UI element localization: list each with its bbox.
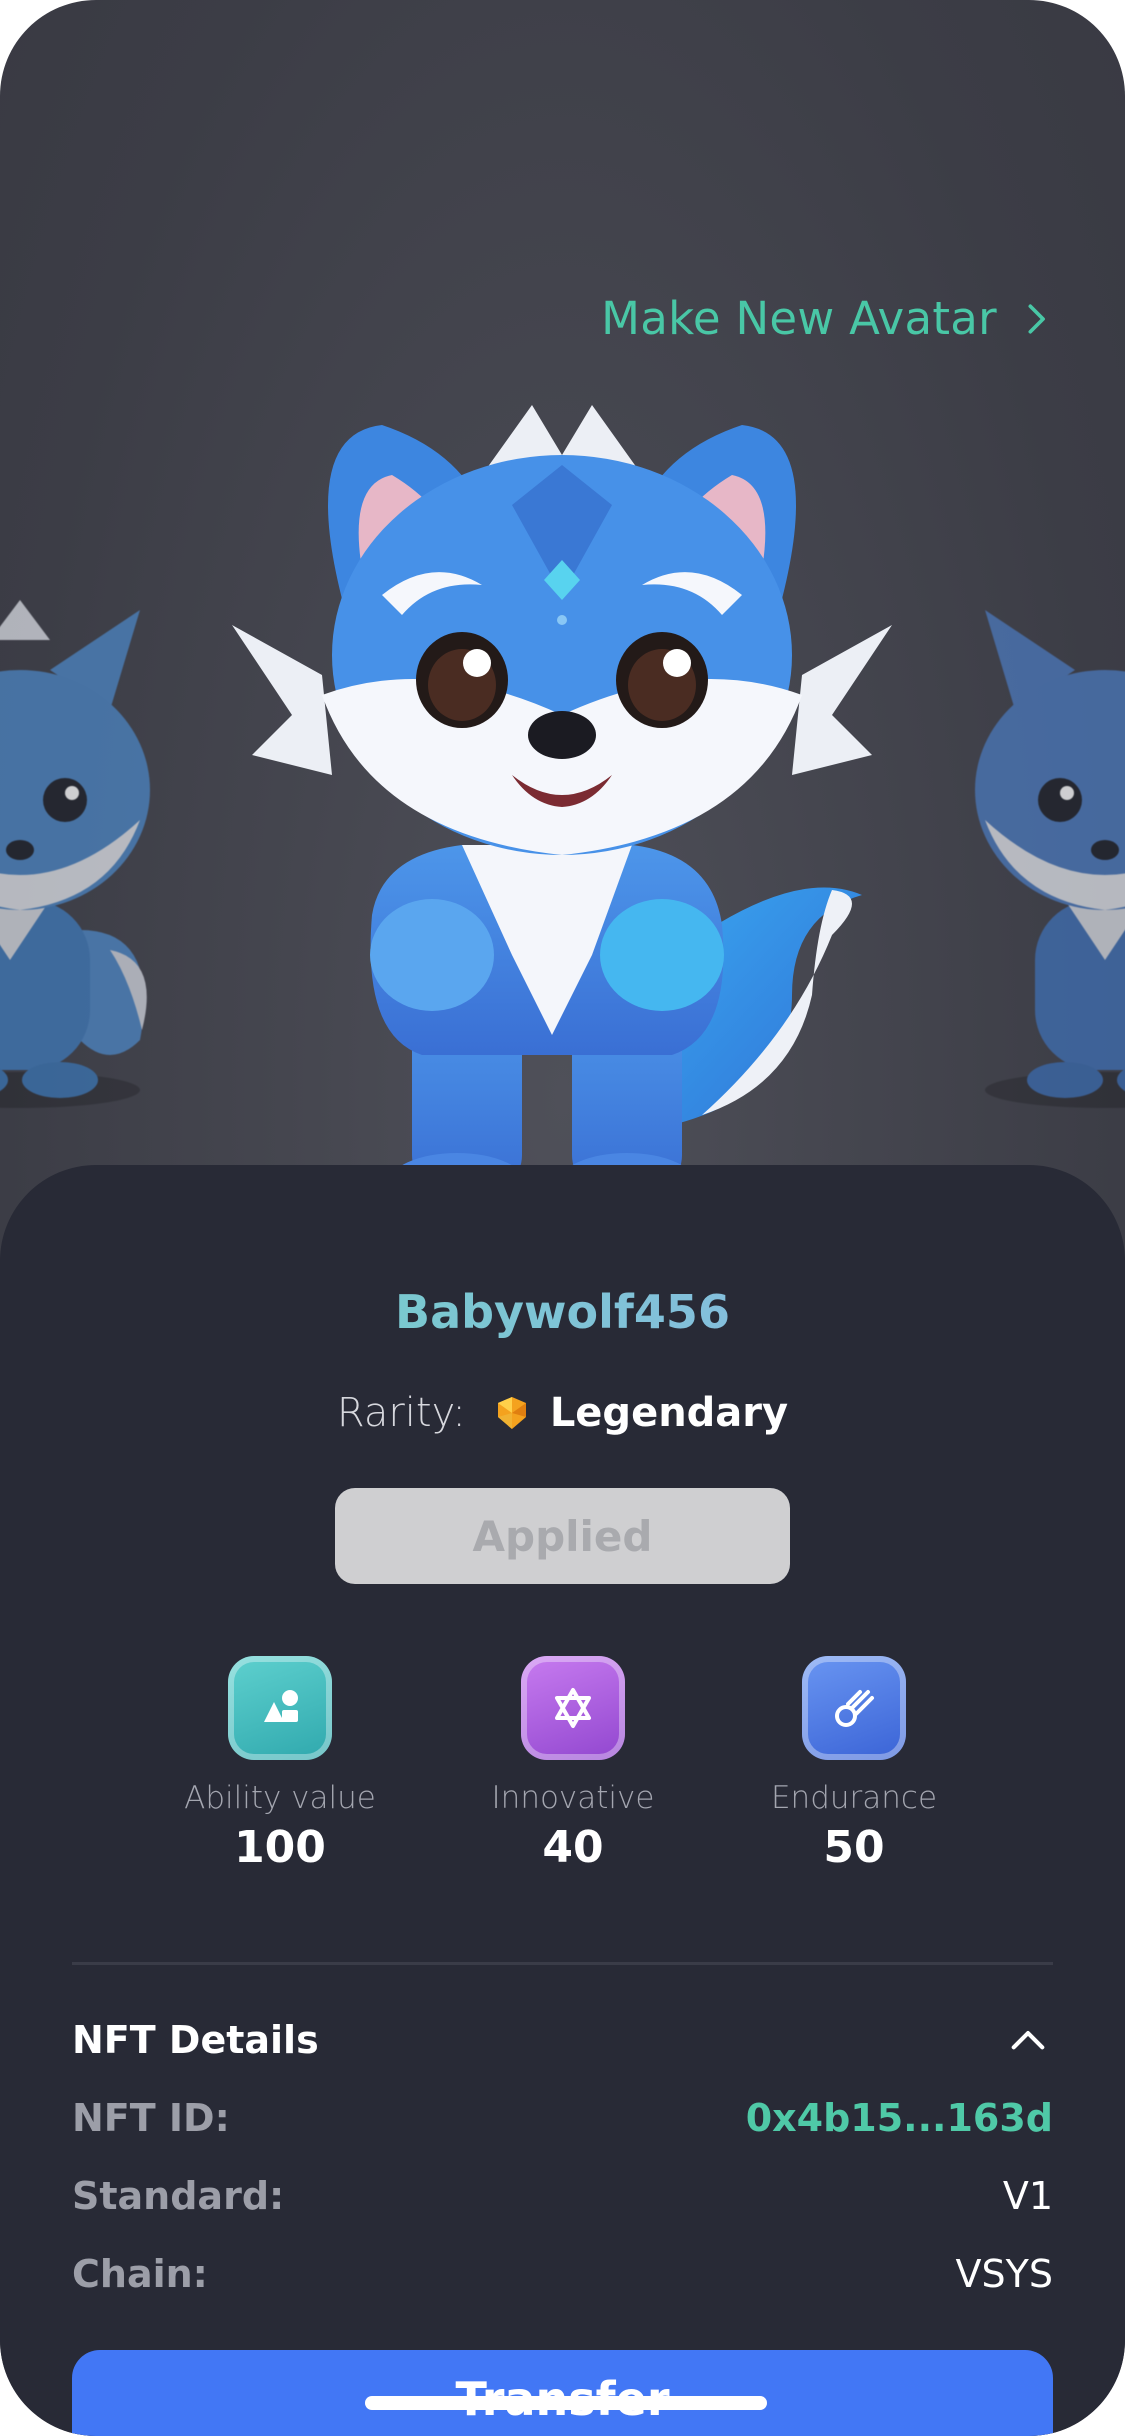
rarity-row: Rarity: Legendary [0, 1390, 1125, 1436]
screen: Make New Avatar Babywolf456 Rarity: Lege… [0, 0, 1125, 2436]
standard-row: Standard: V1 [72, 2174, 1053, 2218]
stat-label: Endurance [770, 1780, 938, 1816]
standard-value: V1 [1002, 2174, 1053, 2218]
star-of-david-icon [521, 1656, 625, 1760]
stat-value: 100 [234, 1822, 326, 1873]
home-indicator [365, 2396, 767, 2410]
stat-innovative: Innovative 40 [443, 1656, 703, 1873]
nft-id-value[interactable]: 0x4b15...163d [746, 2096, 1053, 2140]
chevron-right-icon [1028, 303, 1045, 334]
stat-value: 40 [542, 1822, 604, 1873]
stat-label: Innovative [491, 1780, 655, 1816]
make-new-avatar-label: Make New Avatar [601, 292, 997, 345]
chevron-up-icon[interactable] [1009, 2022, 1047, 2060]
avatar-name: Babywolf456 [0, 1285, 1125, 1339]
stat-label: Ability value [184, 1780, 376, 1816]
comet-icon [802, 1656, 906, 1760]
carousel-avatar-previous[interactable] [0, 600, 180, 1120]
divider [72, 1962, 1053, 1965]
applied-button[interactable]: Applied [335, 1488, 790, 1584]
transfer-button[interactable]: Transfer [72, 2350, 1053, 2436]
stat-endurance: Endurance 50 [724, 1656, 984, 1873]
carousel-avatar-next[interactable] [945, 600, 1125, 1120]
nft-id-label: NFT ID: [72, 2096, 230, 2140]
gem-icon [497, 1397, 526, 1429]
nft-details-title: NFT Details [72, 2018, 319, 2062]
shapes-icon [228, 1656, 332, 1760]
stats-row: Ability value 100 Innovative 40 Enduranc… [0, 1656, 1125, 1896]
stat-value: 50 [823, 1822, 885, 1873]
chain-value: VSYS [955, 2252, 1053, 2296]
nft-id-row: NFT ID: 0x4b15...163d [72, 2096, 1053, 2140]
make-new-avatar-link[interactable]: Make New Avatar [601, 292, 1053, 345]
chain-row: Chain: VSYS [72, 2252, 1053, 2296]
stat-ability-value: Ability value 100 [150, 1656, 410, 1873]
rarity-label: Rarity: [336, 1390, 466, 1436]
chain-label: Chain: [72, 2252, 208, 2296]
rarity-value: Legendary [549, 1390, 789, 1436]
standard-label: Standard: [72, 2174, 285, 2218]
avatar-image [232, 405, 892, 1217]
